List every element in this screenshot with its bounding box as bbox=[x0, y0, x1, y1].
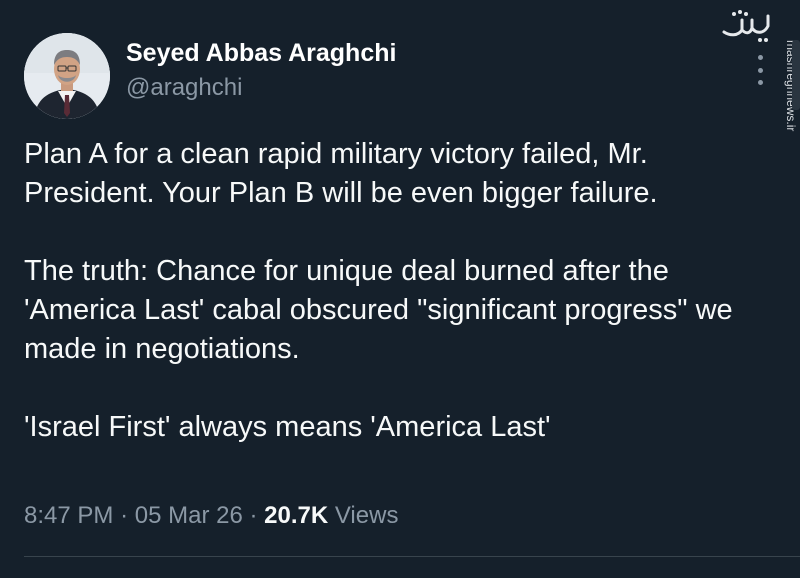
more-options-icon[interactable] bbox=[753, 55, 767, 85]
scrollbar-edge bbox=[792, 40, 800, 110]
tweet-metadata: 8:47 PM · 05 Mar 26 · 20.7K Views bbox=[24, 501, 398, 531]
more-dot bbox=[757, 80, 763, 85]
views-count: 20.7K bbox=[264, 502, 329, 529]
meta-separator: · bbox=[249, 502, 258, 529]
divider bbox=[24, 556, 800, 557]
tweet-paragraph: Plan A for a clean rapid military victor… bbox=[24, 138, 658, 209]
mashregh-logo-icon bbox=[722, 10, 770, 42]
author-name[interactable]: Seyed Abbas Araghchi bbox=[126, 38, 396, 68]
tweet-date[interactable]: 05 Mar 26 bbox=[135, 502, 243, 529]
tweet-paragraph: The truth: Chance for unique deal burned… bbox=[24, 255, 733, 365]
more-dot bbox=[757, 67, 763, 73]
author-handle[interactable]: @araghchi bbox=[126, 73, 242, 103]
author-avatar[interactable] bbox=[24, 33, 110, 119]
avatar-photo-icon bbox=[24, 33, 110, 119]
tweet-card: Seyed Abbas Araghchi @araghchi mashreghn… bbox=[0, 0, 800, 578]
tweet-time[interactable]: 8:47 PM bbox=[24, 502, 113, 529]
more-dot bbox=[757, 55, 763, 60]
views-label: Views bbox=[334, 502, 399, 529]
meta-separator: · bbox=[120, 502, 129, 529]
tweet-paragraph: 'Israel First' always means 'America Las… bbox=[24, 411, 551, 443]
tweet-text: Plan A for a clean rapid military victor… bbox=[24, 135, 784, 447]
watermark-logo-icon bbox=[720, 6, 776, 46]
